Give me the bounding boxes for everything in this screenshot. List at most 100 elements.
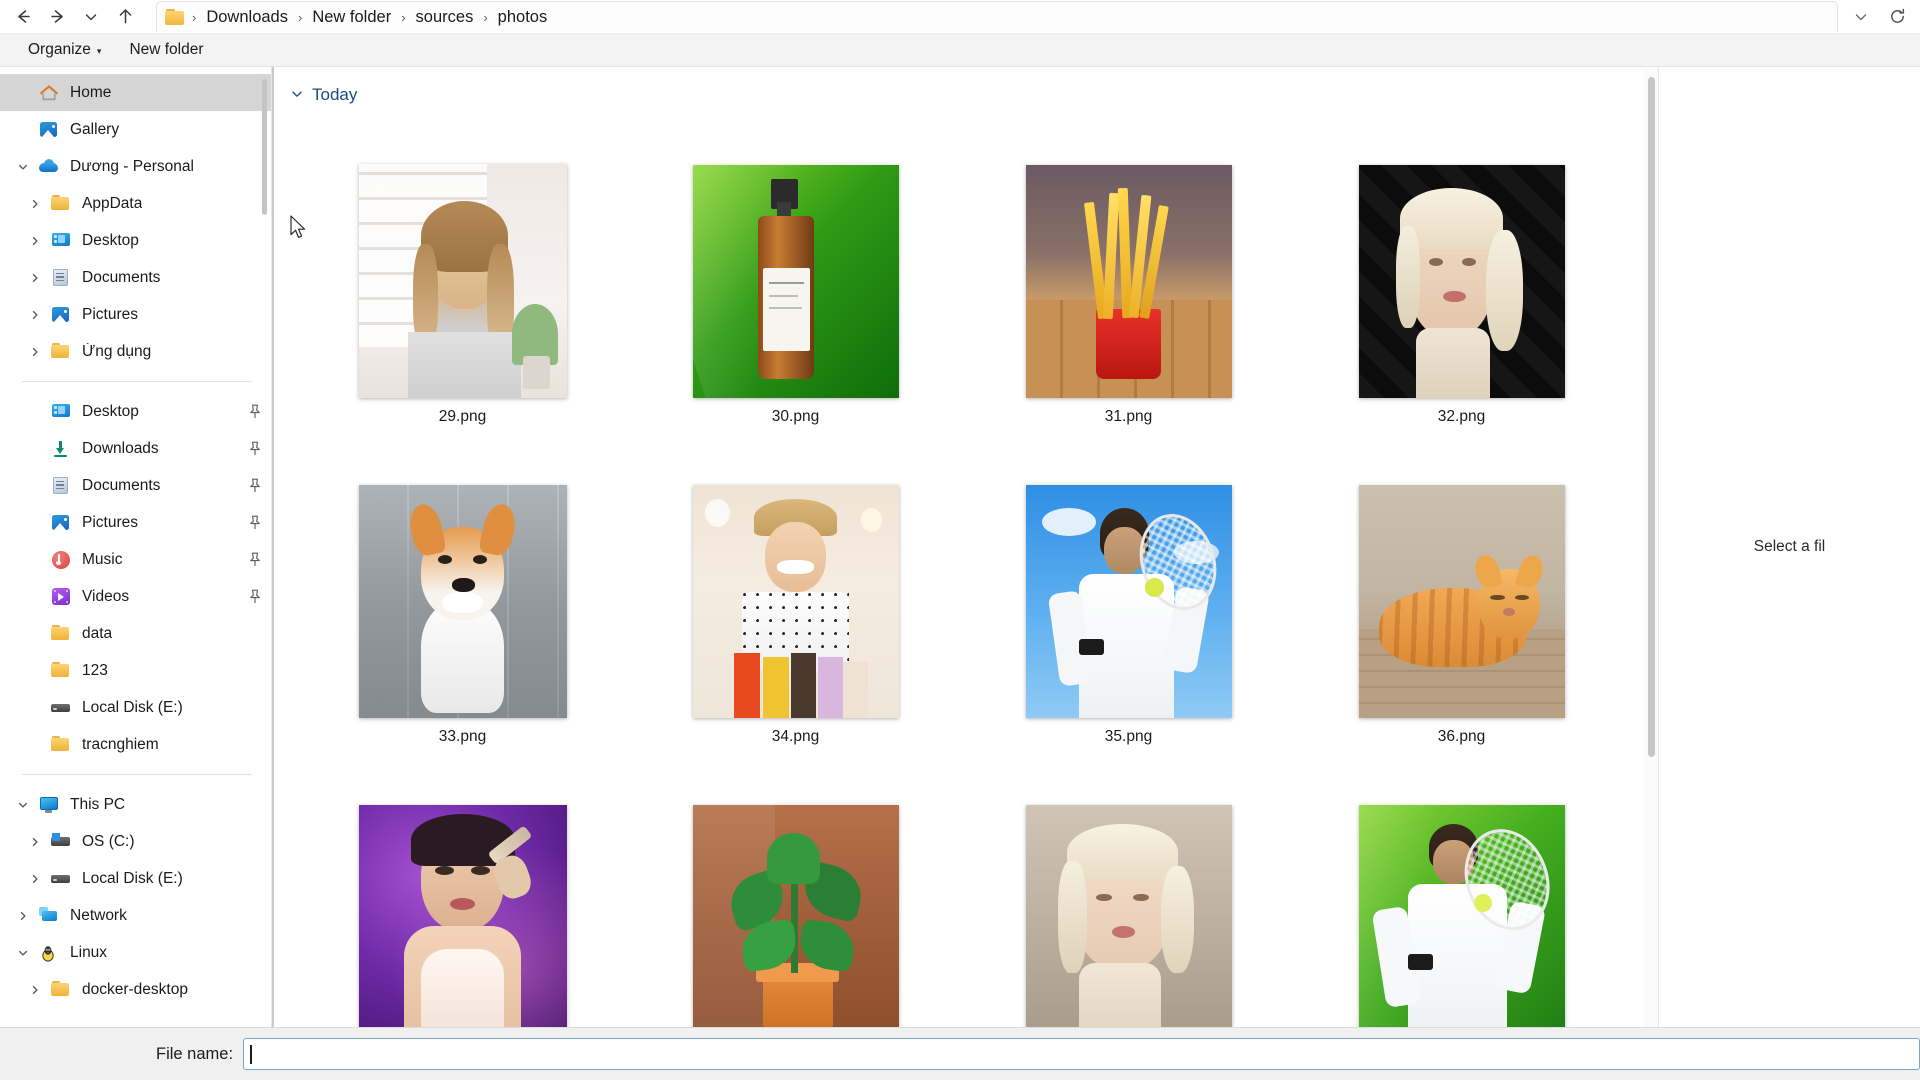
file-thumbnail[interactable] bbox=[358, 164, 567, 398]
forward-button[interactable] bbox=[40, 2, 74, 32]
file-tile[interactable]: 29.png bbox=[296, 115, 629, 435]
sidebar-item-data[interactable]: data bbox=[0, 615, 272, 652]
chevron-right-icon[interactable] bbox=[22, 836, 48, 848]
file-grid[interactable]: 29.png 30.png 31.png 32.png 33.png 34.png 35.p… bbox=[272, 115, 1658, 1027]
sidebar-item-123[interactable]: 123 bbox=[0, 652, 272, 689]
chevron-right-icon[interactable] bbox=[22, 235, 48, 247]
file-tile[interactable]: 36.png bbox=[1295, 435, 1628, 755]
file-thumbnail-wrap[interactable] bbox=[1334, 755, 1589, 1027]
file-thumbnail[interactable] bbox=[692, 485, 899, 718]
sidebar-item-documents[interactable]: Documents bbox=[0, 259, 272, 296]
sidebar-item-local-disk-e[interactable]: Local Disk (E:) bbox=[0, 689, 272, 726]
recent-locations-button[interactable] bbox=[74, 2, 108, 32]
back-button[interactable] bbox=[6, 2, 40, 32]
pin-icon[interactable] bbox=[248, 589, 262, 604]
chevron-right-icon[interactable] bbox=[22, 984, 48, 996]
file-pane-scrollbar[interactable] bbox=[1644, 67, 1658, 1027]
file-name-input[interactable] bbox=[251, 1045, 1913, 1063]
file-tile[interactable]: 34.png bbox=[629, 435, 962, 755]
chevron-right-icon[interactable] bbox=[10, 910, 36, 922]
sidebar-item-appdata[interactable]: AppData bbox=[0, 185, 272, 222]
file-name-input-wrapper[interactable] bbox=[243, 1038, 1920, 1070]
file-thumbnail[interactable] bbox=[358, 485, 567, 718]
file-thumbnail[interactable] bbox=[358, 805, 567, 1027]
file-thumbnail[interactable] bbox=[1025, 805, 1232, 1027]
file-thumbnail[interactable] bbox=[1025, 485, 1232, 718]
file-thumbnail[interactable] bbox=[1358, 165, 1565, 398]
file-thumbnail-wrap[interactable] bbox=[335, 115, 590, 398]
chevron-down-icon[interactable] bbox=[10, 161, 36, 173]
chevron-down-icon[interactable] bbox=[290, 87, 304, 104]
file-tile[interactable]: 33.png bbox=[296, 435, 629, 755]
chevron-right-icon[interactable] bbox=[22, 198, 48, 210]
file-tile[interactable]: 31.png bbox=[962, 115, 1295, 435]
sidebar-item-ng-d-ng[interactable]: Ứng dụng bbox=[0, 333, 272, 370]
file-thumbnail-wrap[interactable] bbox=[1001, 435, 1256, 718]
pin-icon[interactable] bbox=[248, 478, 262, 493]
organize-button[interactable]: Organize ▾ bbox=[18, 37, 111, 63]
group-header-today[interactable]: Today bbox=[272, 67, 1658, 115]
chevron-right-icon[interactable] bbox=[22, 873, 48, 885]
chevron-right-icon[interactable] bbox=[22, 272, 48, 284]
file-thumbnail-wrap[interactable] bbox=[668, 435, 923, 718]
new-folder-button[interactable]: New folder bbox=[119, 37, 213, 63]
sidebar-item-linux[interactable]: Linux bbox=[0, 934, 272, 971]
file-tile[interactable]: 38.png bbox=[629, 755, 962, 1027]
sidebar-item-d-ng-personal[interactable]: Dương - Personal bbox=[0, 148, 272, 185]
file-thumbnail[interactable] bbox=[692, 165, 899, 398]
file-thumbnail-wrap[interactable] bbox=[1001, 755, 1256, 1027]
breadcrumb-item-downloads[interactable]: Downloads bbox=[199, 4, 295, 30]
sidebar-item-gallery[interactable]: Gallery bbox=[0, 111, 272, 148]
file-pane-scrollbar-thumb[interactable] bbox=[1648, 77, 1655, 757]
sidebar-item-pictures[interactable]: Pictures bbox=[0, 296, 272, 333]
pin-icon[interactable] bbox=[248, 552, 262, 567]
up-button[interactable] bbox=[108, 2, 142, 32]
chevron-down-icon[interactable] bbox=[10, 799, 36, 811]
file-tile[interactable]: 32.png bbox=[1295, 115, 1628, 435]
file-tile[interactable]: 37.png bbox=[296, 755, 629, 1027]
file-thumbnail[interactable] bbox=[1358, 485, 1565, 718]
sidebar-item-downloads[interactable]: Downloads bbox=[0, 430, 272, 467]
sidebar-item-desktop[interactable]: Desktop bbox=[0, 222, 272, 259]
file-thumbnail-wrap[interactable] bbox=[335, 435, 590, 718]
breadcrumb-item-photos[interactable]: photos bbox=[491, 4, 555, 30]
file-thumbnail-wrap[interactable] bbox=[668, 755, 923, 1027]
file-thumbnail[interactable] bbox=[692, 805, 899, 1027]
file-tile[interactable]: 40.png bbox=[1295, 755, 1628, 1027]
file-list-pane[interactable]: Today 29.png 30.png 31.png 32.png 33.png 34.p… bbox=[272, 67, 1658, 1027]
chevron-right-icon[interactable] bbox=[22, 346, 48, 358]
file-thumbnail-wrap[interactable] bbox=[335, 755, 590, 1027]
sidebar-item-videos[interactable]: Videos bbox=[0, 578, 272, 615]
breadcrumb[interactable]: › Downloads › New folder › sources › pho… bbox=[156, 1, 1838, 32]
sidebar-item-network[interactable]: Network bbox=[0, 897, 272, 934]
sidebar-item-docker-desktop[interactable]: docker-desktop bbox=[0, 971, 272, 1008]
file-tile[interactable]: 39.png bbox=[962, 755, 1295, 1027]
chevron-down-icon[interactable] bbox=[10, 947, 36, 959]
file-thumbnail-wrap[interactable] bbox=[1001, 115, 1256, 398]
sidebar-item-documents[interactable]: Documents bbox=[0, 467, 272, 504]
chevron-right-icon[interactable] bbox=[22, 309, 48, 321]
file-tile[interactable]: 35.png bbox=[962, 435, 1295, 755]
breadcrumb-item-new-folder[interactable]: New folder bbox=[305, 4, 398, 30]
file-thumbnail[interactable] bbox=[1358, 805, 1565, 1027]
file-thumbnail-wrap[interactable] bbox=[1334, 115, 1589, 398]
navigation-pane[interactable]: Home Gallery Dương - Personal AppData Deskto… bbox=[0, 67, 272, 1027]
file-tile[interactable]: 30.png bbox=[629, 115, 962, 435]
sidebar-item-local-disk-e[interactable]: Local Disk (E:) bbox=[0, 860, 272, 897]
sidebar-item-pictures[interactable]: Pictures bbox=[0, 504, 272, 541]
pin-icon[interactable] bbox=[248, 404, 262, 419]
refresh-icon[interactable] bbox=[1880, 2, 1914, 32]
sidebar-item-music[interactable]: Music bbox=[0, 541, 272, 578]
navigation-pane-scrollbar[interactable] bbox=[262, 79, 267, 215]
breadcrumb-item-sources[interactable]: sources bbox=[409, 4, 481, 30]
pin-icon[interactable] bbox=[248, 515, 262, 530]
file-thumbnail[interactable] bbox=[1025, 165, 1232, 398]
sidebar-item-desktop[interactable]: Desktop bbox=[0, 393, 272, 430]
sidebar-item-os-c[interactable]: OS (C:) bbox=[0, 823, 272, 860]
sidebar-item-home[interactable]: Home bbox=[0, 74, 272, 111]
sidebar-item-this-pc[interactable]: This PC bbox=[0, 786, 272, 823]
sidebar-item-tracnghiem[interactable]: tracnghiem bbox=[0, 726, 272, 763]
previous-locations-chevron-down-icon[interactable] bbox=[1844, 2, 1878, 32]
file-thumbnail-wrap[interactable] bbox=[668, 115, 923, 398]
pin-icon[interactable] bbox=[248, 441, 262, 456]
